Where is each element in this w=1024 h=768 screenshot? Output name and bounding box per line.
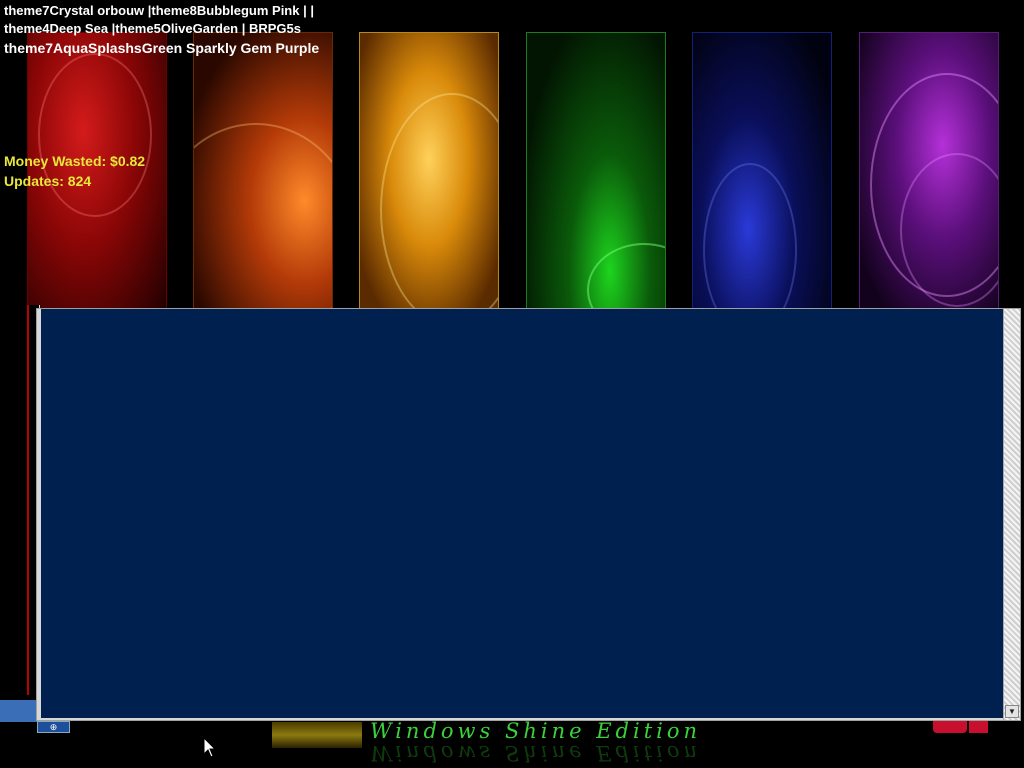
theme-panel-green bbox=[526, 32, 666, 314]
theme-panel-gold bbox=[359, 32, 499, 314]
money-wasted-label: Money Wasted: $0.82 bbox=[4, 153, 146, 169]
mouse-cursor-icon bbox=[203, 737, 217, 758]
updates-label: Updates: 824 bbox=[4, 173, 92, 189]
scroll-down-button[interactable]: ▼ bbox=[1005, 705, 1019, 718]
tray-button-primary[interactable] bbox=[933, 721, 967, 733]
theme-panel-purple bbox=[859, 32, 999, 314]
swirl-decoration bbox=[38, 53, 152, 217]
theme-panel-orange bbox=[193, 32, 333, 314]
globe-icon: ⊕ bbox=[49, 721, 58, 732]
brand-title: Windows Shine Edition bbox=[370, 719, 702, 743]
debug-theme-line-3: theme7AquaSplashsGreen Sparkly Gem Purpl… bbox=[4, 40, 320, 56]
debug-theme-line-1: theme7Crystal orbouw |theme8Bubblegum Pi… bbox=[4, 3, 314, 18]
main-window[interactable]: ▼ bbox=[36, 308, 1021, 721]
theme-panel-blue bbox=[692, 32, 832, 314]
swirl-decoration bbox=[194, 123, 332, 313]
brand-title-reflection: Windows Shine Edition bbox=[370, 741, 702, 765]
debug-theme-line-2: theme4Deep Sea |theme5OliveGarden | BRPG… bbox=[4, 21, 302, 36]
swirl-decoration bbox=[703, 163, 797, 313]
window-content-area[interactable] bbox=[41, 309, 1004, 718]
taskbar-center-graphic bbox=[272, 722, 362, 748]
stats-block: Money Wasted: $0.82 Updates: 824 bbox=[4, 151, 145, 191]
taskbar-start-strip bbox=[0, 700, 37, 722]
start-button[interactable]: ⊕ bbox=[37, 721, 70, 733]
swirl-decoration bbox=[587, 243, 665, 313]
tray-button-secondary[interactable] bbox=[969, 721, 988, 733]
swirl-decoration bbox=[380, 93, 498, 313]
vertical-scrollbar[interactable]: ▼ bbox=[1003, 309, 1020, 720]
